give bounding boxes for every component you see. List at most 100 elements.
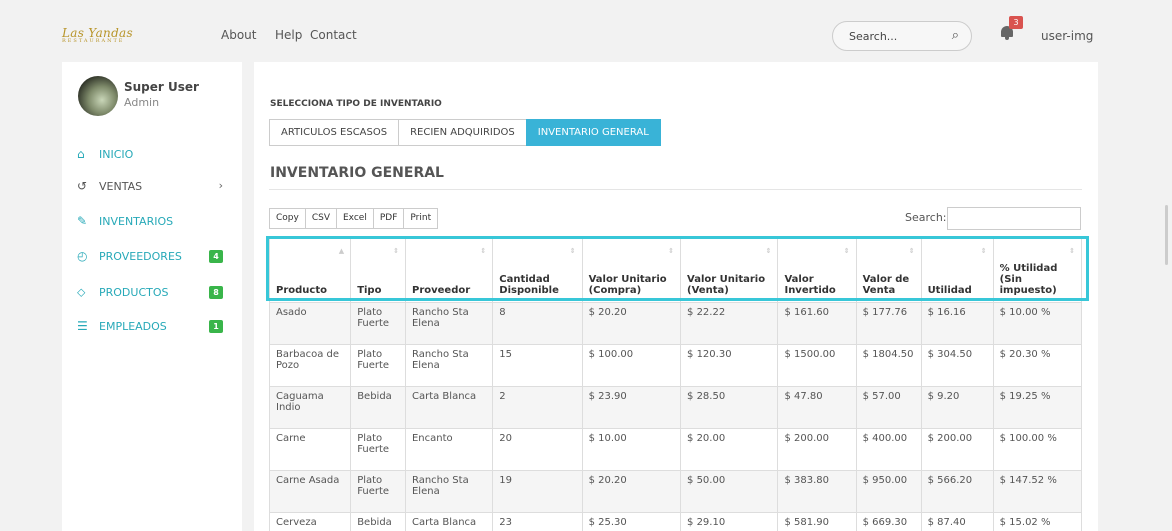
column-header[interactable]: Utilidad ⇕ bbox=[920, 236, 994, 303]
column-header[interactable]: Valor Unitario (Compra) ⇕ bbox=[581, 236, 682, 303]
table-cell: Plato Fuerte bbox=[350, 470, 406, 513]
table-cell: $ 28.50 bbox=[680, 386, 779, 429]
user-menu[interactable]: user-img bbox=[1041, 29, 1093, 43]
sort-icon: ⇕ bbox=[908, 247, 915, 255]
column-header[interactable]: Valor Invertido ⇕ bbox=[777, 236, 857, 303]
table-cell: $ 29.10 bbox=[680, 512, 779, 531]
table-cell: $ 581.90 bbox=[777, 512, 857, 531]
column-header[interactable]: % Utilidad (Sin impuesto) ⇕ bbox=[992, 236, 1083, 303]
excel-button[interactable]: Excel bbox=[336, 208, 374, 229]
table-cell: $ 10.00 % bbox=[992, 302, 1083, 345]
column-header[interactable]: Producto ▲ bbox=[268, 236, 352, 303]
top-bar: Las Yandas RESTAURANTE About Help Contact… bbox=[0, 0, 1172, 70]
table-cell: $ 200.00 bbox=[777, 428, 857, 471]
table-cell: Rancho Sta Elena bbox=[404, 344, 494, 387]
column-header[interactable]: Valor de Venta ⇕ bbox=[855, 236, 922, 303]
avatar[interactable] bbox=[78, 76, 118, 116]
nav-contact-link[interactable]: Contact bbox=[310, 28, 357, 42]
sidebar: Super User Admin ⌂ INICIO ↺ VENTAS › ✎ INVE… bbox=[62, 62, 242, 531]
sidebar-item-productos[interactable]: ⬦ PRODUCTOS 8 bbox=[77, 285, 237, 303]
table-cell: $ 50.00 bbox=[680, 470, 779, 513]
table-cell: $ 16.16 bbox=[920, 302, 994, 345]
table-cell: 20 bbox=[492, 428, 583, 471]
table-cell: $ 9.20 bbox=[920, 386, 994, 429]
inventory-table: Producto ▲ Tipo ⇕ Proveedor ⇕ Cantidad Disp… bbox=[268, 236, 1083, 531]
table-cell: 15 bbox=[492, 344, 583, 387]
table-cell: Asado bbox=[268, 302, 352, 345]
nav-help-link[interactable]: Help bbox=[275, 28, 302, 42]
table-cell: $ 25.30 bbox=[581, 512, 682, 531]
user-name: Super User bbox=[124, 80, 199, 94]
sort-icon: ⇕ bbox=[843, 247, 850, 255]
table-cell: $ 19.25 % bbox=[992, 386, 1083, 429]
sort-icon: ⇕ bbox=[668, 247, 675, 255]
nav-about-link[interactable]: About bbox=[221, 28, 256, 42]
search-icon[interactable]: ⌕ bbox=[952, 28, 959, 43]
sort-asc-icon: ▲ bbox=[338, 247, 345, 255]
table-cell: $ 147.52 % bbox=[992, 470, 1083, 513]
pdf-button[interactable]: PDF bbox=[372, 208, 405, 229]
sidebar-item-label: PRODUCTOS bbox=[99, 286, 169, 299]
table-cell: $ 161.60 bbox=[777, 302, 857, 345]
sidebar-item-proveedores[interactable]: ◴ PROVEEDORES 4 bbox=[77, 249, 237, 267]
table-cell: $ 304.50 bbox=[920, 344, 994, 387]
table-cell: Caguama Indio bbox=[268, 386, 352, 429]
table-cell: $ 950.00 bbox=[855, 470, 922, 513]
table-cell: $ 57.00 bbox=[855, 386, 922, 429]
tab-recien-adquiridos[interactable]: RECIEN ADQUIRIDOS bbox=[398, 119, 527, 146]
table-row: Caguama Indio Bebida Carta Blanca 2 $ 23.90 $… bbox=[268, 386, 1083, 429]
table-cell: Encanto bbox=[404, 428, 494, 471]
table-cell: Bebida bbox=[350, 512, 406, 531]
brand-logo-sub: RESTAURANTE bbox=[62, 38, 125, 44]
table-search-input[interactable] bbox=[947, 207, 1081, 230]
table-cell: 23 bbox=[492, 512, 583, 531]
tab-inventario-general[interactable]: INVENTARIO GENERAL bbox=[525, 119, 661, 146]
copy-button[interactable]: Copy bbox=[269, 208, 306, 229]
column-header[interactable]: Valor Unitario (Venta) ⇕ bbox=[680, 236, 779, 303]
table-cell: $ 20.00 bbox=[680, 428, 779, 471]
inventory-tabs: ARTICULOS ESCASOS RECIEN ADQUIRIDOS INVE… bbox=[269, 119, 661, 146]
column-header[interactable]: Proveedor ⇕ bbox=[404, 236, 494, 303]
sidebar-item-inventarios[interactable]: ✎ INVENTARIOS bbox=[77, 214, 237, 232]
count-badge: 1 bbox=[209, 320, 223, 333]
chevron-right-icon: › bbox=[218, 179, 223, 192]
table-cell: 8 bbox=[492, 302, 583, 345]
inventory-type-label: SELECCIONA TIPO DE INVENTARIO bbox=[270, 99, 442, 109]
table-cell: $ 47.80 bbox=[777, 386, 857, 429]
page-title: INVENTARIO GENERAL bbox=[270, 165, 444, 181]
table-row: Carne Plato Fuerte Encanto 20 $ 10.00 $ 20.00… bbox=[268, 428, 1083, 471]
sidebar-item-inicio[interactable]: ⌂ INICIO bbox=[77, 147, 237, 165]
column-header[interactable]: Tipo ⇕ bbox=[350, 236, 406, 303]
header-search-input[interactable]: Search... ⌕ bbox=[832, 21, 972, 51]
user-role: Admin bbox=[124, 96, 160, 109]
table-cell: $ 22.22 bbox=[680, 302, 779, 345]
table-cell: $ 87.40 bbox=[920, 512, 994, 531]
edit-icon: ✎ bbox=[77, 214, 88, 228]
sidebar-item-ventas[interactable]: ↺ VENTAS › bbox=[77, 179, 237, 197]
table-search-label: Search: bbox=[905, 211, 947, 224]
table-cell: $ 20.20 bbox=[581, 302, 682, 345]
page-scrollbar[interactable] bbox=[1162, 0, 1172, 531]
count-badge: 8 bbox=[209, 286, 223, 299]
table-cell: $ 100.00 % bbox=[992, 428, 1083, 471]
sidebar-item-label: VENTAS bbox=[99, 180, 143, 193]
table-cell: $ 200.00 bbox=[920, 428, 994, 471]
brand-logo[interactable]: Las Yandas RESTAURANTE bbox=[62, 26, 133, 44]
table-cell: $ 177.76 bbox=[855, 302, 922, 345]
sidebar-item-empleados[interactable]: ☰ EMPLEADOS 1 bbox=[77, 319, 237, 337]
table-cell: Carne bbox=[268, 428, 352, 471]
table-row: Barbacoa de Pozo Plato Fuerte Rancho Sta E… bbox=[268, 344, 1083, 387]
print-button[interactable]: Print bbox=[403, 208, 439, 229]
table-cell: Plato Fuerte bbox=[350, 302, 406, 345]
sidebar-item-label: INICIO bbox=[99, 148, 134, 161]
sort-icon: ⇕ bbox=[765, 247, 772, 255]
table-row: Carne Asada Plato Fuerte Rancho Sta Elena 1… bbox=[268, 470, 1083, 513]
table-cell: $ 1804.50 bbox=[855, 344, 922, 387]
sidebar-item-label: INVENTARIOS bbox=[99, 215, 174, 228]
table-cell: 19 bbox=[492, 470, 583, 513]
column-header[interactable]: Cantidad Disponible ⇕ bbox=[492, 236, 583, 303]
list-icon: ☰ bbox=[77, 319, 88, 333]
home-icon: ⌂ bbox=[77, 147, 85, 161]
tab-articulos-escasos[interactable]: ARTICULOS ESCASOS bbox=[269, 119, 400, 146]
csv-button[interactable]: CSV bbox=[304, 208, 337, 229]
